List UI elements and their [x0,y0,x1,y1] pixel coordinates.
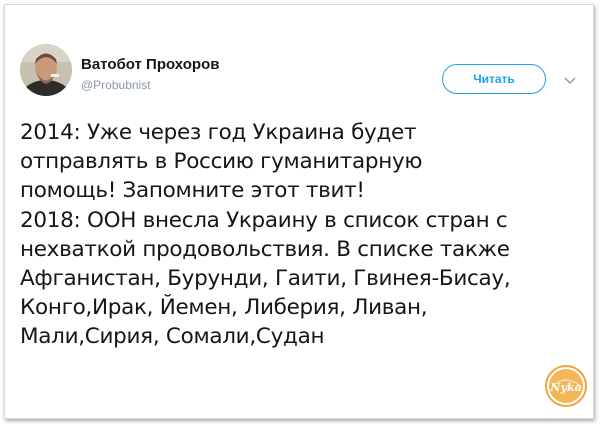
tweet-text-line: Мали,Сирия, Сомали,Судан [20,324,325,350]
author-handle[interactable]: @Probubnist [81,78,151,92]
follow-button[interactable]: Читать [442,64,546,94]
tweet-text-line: 2018: ООН внесла Украину в список стран … [20,207,508,233]
tweet-text-line: отправлять в Россию гуманитарную [20,149,423,175]
watermark-logo: Nyka [544,364,588,408]
tweet-text-line: нехваткой продовольствия. В списке также [20,236,510,262]
author-name[interactable]: Ватобот Прохоров [81,56,219,73]
tweet-text-line: Афганистан, Бурунди, Гаити, Гвинея-Бисау… [20,266,511,292]
avatar[interactable] [20,44,72,96]
tweet-text-line: 2014: Уже через год Украина будет [20,120,417,145]
tweet-card: Ватобот Прохоров @Probubnist Читать 2014… [6,6,590,418]
tweet-text: 2014: Уже через год Украина будет отправ… [20,118,586,352]
watermark-text: Nyka [549,381,581,394]
tweet-text-line: помощь! Запомните этот твит! [20,178,365,204]
chevron-down-icon[interactable] [564,72,576,84]
tweet-text-line: Конго,Ирак, Йемен, Либерия, Ливан, [20,295,428,321]
avatar-image [20,44,72,96]
